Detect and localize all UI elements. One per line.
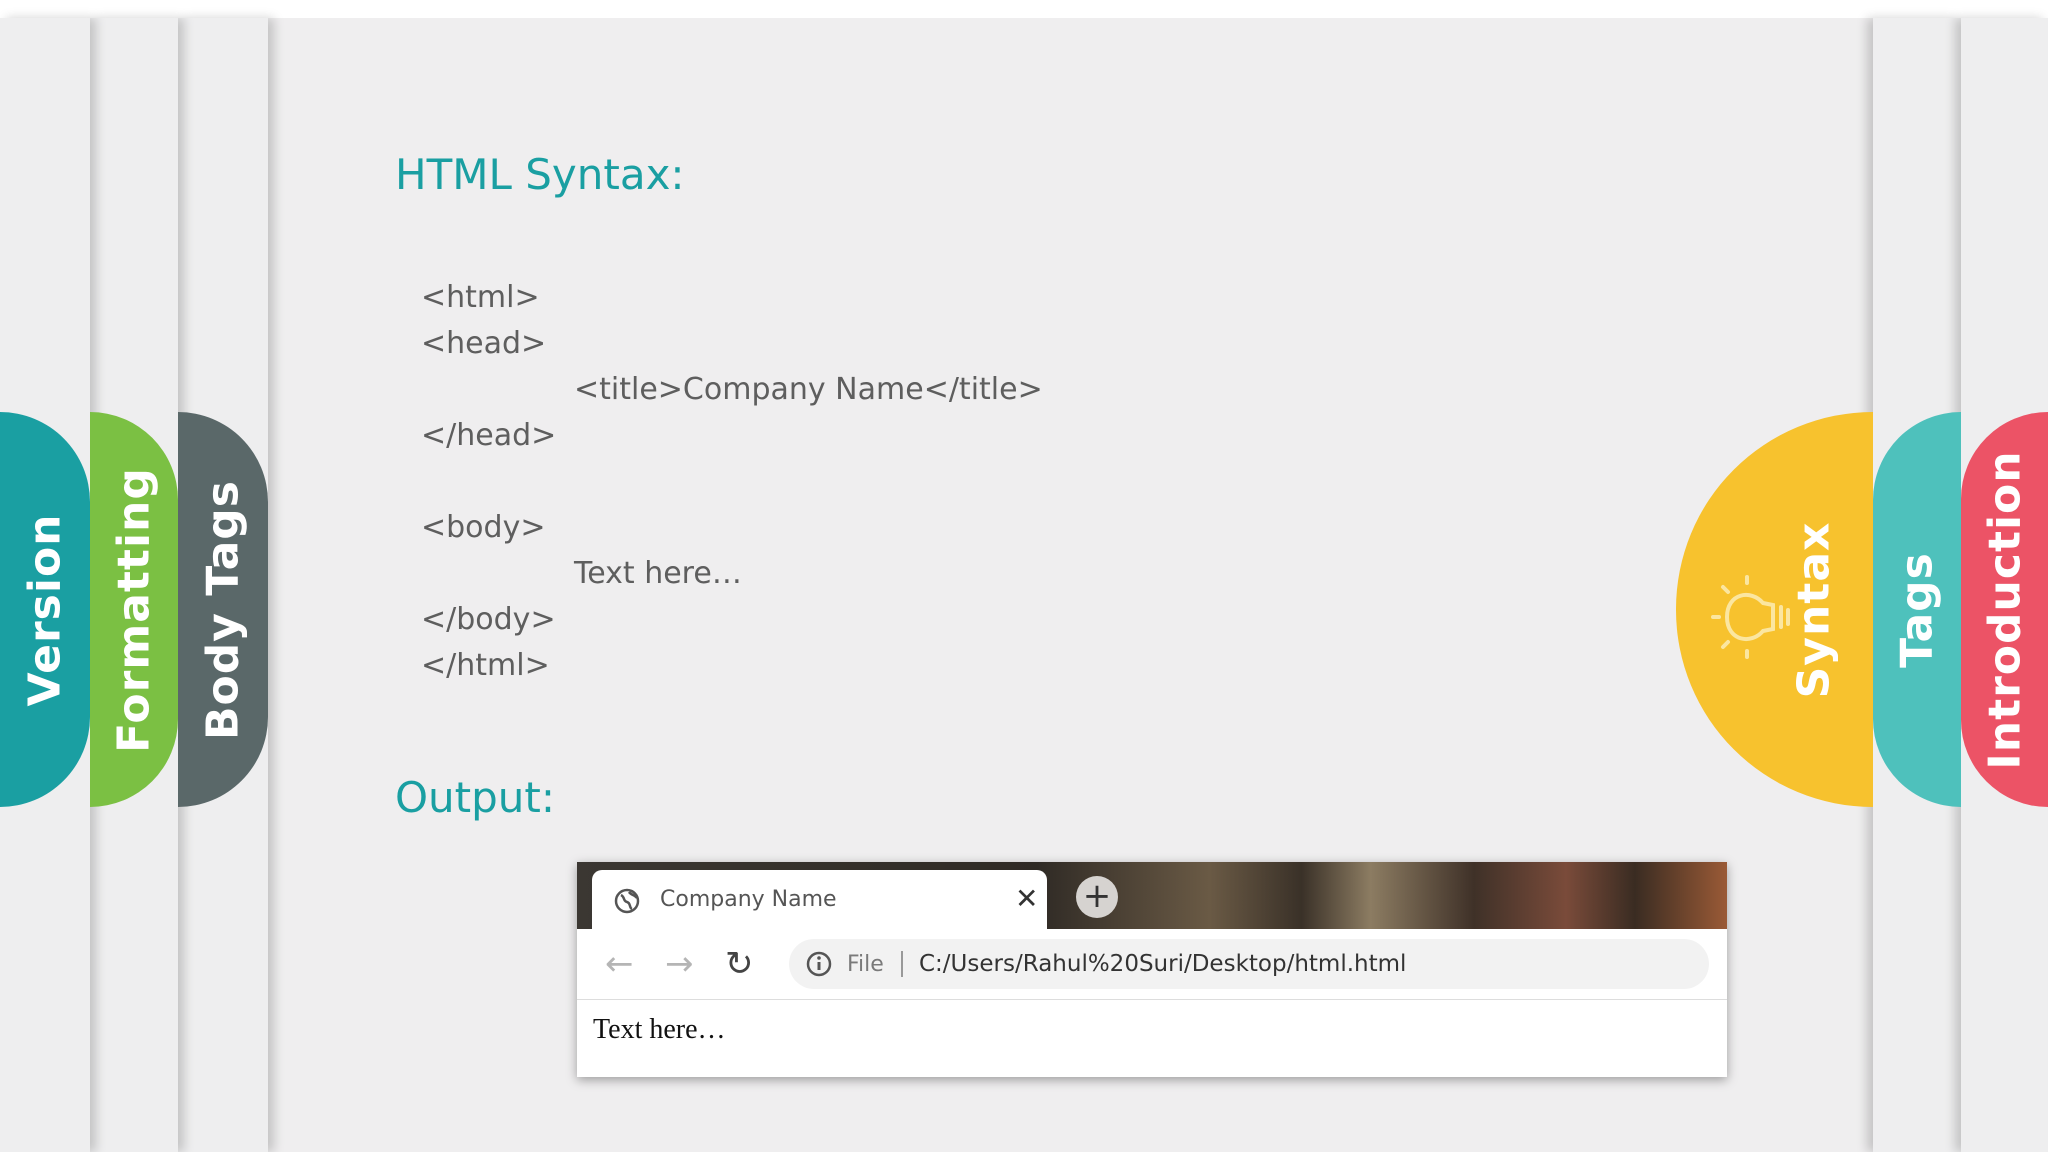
tab-syntax-label: Syntax <box>1788 521 1840 698</box>
tab-version[interactable]: Version <box>0 412 90 807</box>
new-tab-button[interactable]: + <box>1076 876 1118 918</box>
code-line: <title>Company Name</title> <box>574 372 1043 407</box>
browser-tabstrip: Company Name ✕ + <box>577 862 1727 929</box>
slide: Version Formatting Body Tags Syntax Tags… <box>0 0 2048 1152</box>
code-line: <body> <box>421 510 546 545</box>
file-scheme-label: File <box>847 952 884 977</box>
browser-toolbar: ← → ↻ File C:/Users/Rahul%20Suri/Desktop… <box>577 929 1727 1000</box>
tab-version-label: Version <box>19 512 71 707</box>
arrow-left-icon[interactable]: ← <box>605 944 634 984</box>
reload-icon[interactable]: ↻ <box>725 944 754 984</box>
browser-tab[interactable]: Company Name ✕ <box>592 870 1047 929</box>
code-line: </html> <box>421 648 550 683</box>
output-heading: Output: <box>395 773 556 822</box>
address-bar[interactable]: File C:/Users/Rahul%20Suri/Desktop/html.… <box>789 939 1709 989</box>
browser-tab-title: Company Name <box>660 887 837 912</box>
tab-introduction-label: Introduction <box>1979 449 2030 770</box>
page-content: Text here… <box>577 1000 1727 1046</box>
tab-introduction[interactable]: Introduction <box>1961 412 2048 807</box>
tab-formatting[interactable]: Formatting <box>90 412 178 807</box>
globe-icon <box>614 888 640 914</box>
code-line: </body> <box>421 602 556 637</box>
code-line: Text here… <box>574 556 742 591</box>
code-line: <head> <box>421 326 547 361</box>
tab-formatting-label: Formatting <box>108 466 160 753</box>
code-line: </head> <box>421 418 557 453</box>
browser-window: Company Name ✕ + ← → ↻ File C:/Users/Rah… <box>577 862 1727 1077</box>
page-text: Text here… <box>593 1014 726 1045</box>
tab-tags-label: Tags <box>1891 551 1943 668</box>
address-divider <box>901 951 903 977</box>
tab-tags[interactable]: Tags <box>1873 412 1961 807</box>
tab-body-tags[interactable]: Body Tags <box>178 412 268 807</box>
arrow-right-icon[interactable]: → <box>665 944 694 984</box>
close-icon[interactable]: ✕ <box>1015 884 1038 914</box>
syntax-heading: HTML Syntax: <box>395 150 685 199</box>
code-line: <html> <box>421 280 540 315</box>
info-icon[interactable] <box>805 950 833 978</box>
tab-body-tags-label: Body Tags <box>197 479 249 740</box>
url-text[interactable]: C:/Users/Rahul%20Suri/Desktop/html.html <box>919 951 1406 977</box>
